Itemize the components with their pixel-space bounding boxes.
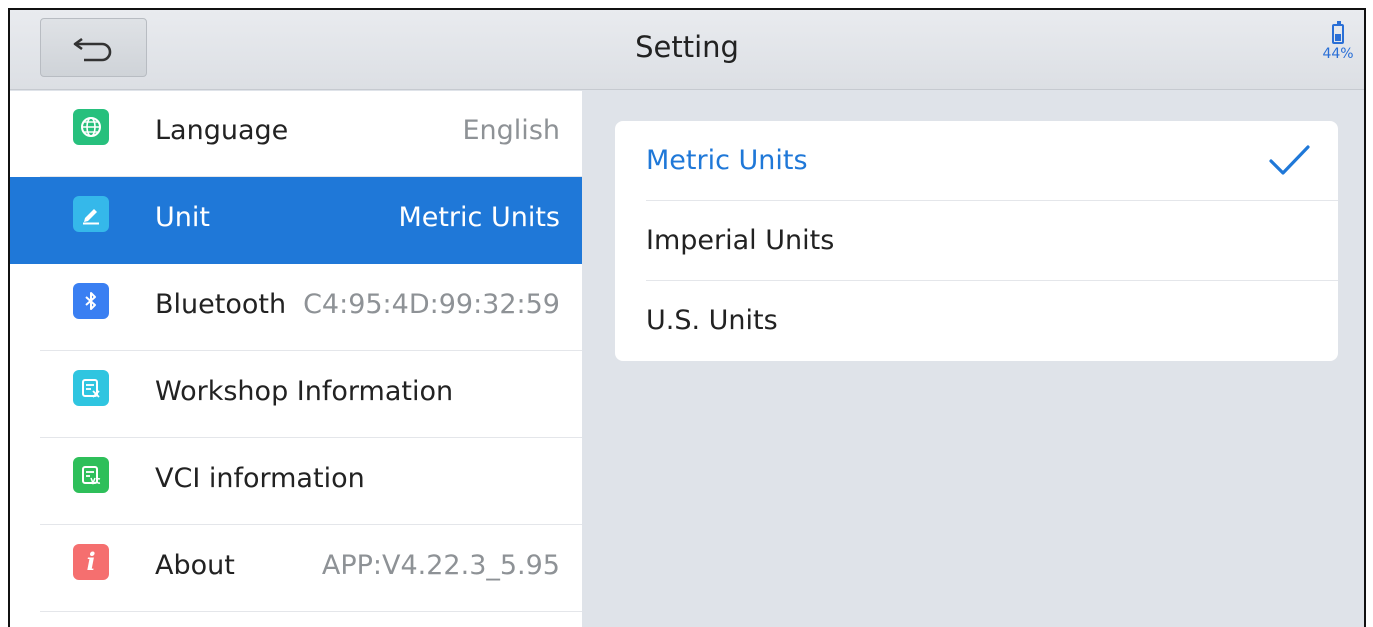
top-bar: Setting 44% — [10, 10, 1364, 90]
sidebar-item-label: VCI information — [155, 463, 365, 494]
option-us-units[interactable]: U.S. Units — [615, 281, 1338, 361]
option-imperial-units[interactable]: Imperial Units — [615, 201, 1338, 281]
sidebar-item-label: Language — [155, 115, 289, 146]
option-metric-units[interactable]: Metric Units — [615, 121, 1338, 201]
unit-options-panel: Metric Units Imperial Units U.S. Units — [615, 121, 1338, 361]
workshop-doc-icon — [73, 370, 109, 406]
app-window: Setting 44% Language English Unit Metric… — [8, 8, 1366, 627]
option-label: Metric Units — [646, 145, 808, 176]
vci-doc-icon — [73, 457, 109, 493]
checkmark-icon — [1269, 145, 1310, 175]
sidebar-item-label: Workshop Information — [155, 376, 454, 407]
sidebar-item-bluetooth[interactable]: Bluetooth C4:95:4D:99:32:59 — [10, 264, 582, 351]
sidebar-item-value: English — [462, 115, 561, 146]
sidebar-item-value: Metric Units — [398, 202, 560, 233]
option-label: U.S. Units — [646, 305, 778, 336]
sidebar-item-label: About — [155, 550, 235, 581]
sidebar-item-vci-information[interactable]: VCI information — [10, 438, 582, 525]
sidebar-item-value: C4:95:4D:99:32:59 — [303, 289, 560, 320]
sidebar-item-value: APP:V4.22.3_5.95 — [321, 550, 560, 581]
sidebar-item-about[interactable]: i About APP:V4.22.3_5.95 — [10, 525, 582, 612]
option-label: Imperial Units — [646, 225, 835, 256]
battery-fill — [1335, 33, 1341, 41]
sidebar-item-label: Unit — [155, 202, 210, 233]
sidebar-item-label: Bluetooth — [155, 289, 287, 320]
bluetooth-icon — [73, 283, 109, 319]
battery-icon — [1332, 21, 1344, 44]
sidebar-item-workshop-information[interactable]: Workshop Information — [10, 351, 582, 438]
page-title: Setting — [635, 30, 739, 64]
settings-sidebar: Language English Unit Metric Units Bluet… — [10, 91, 582, 627]
info-icon: i — [73, 544, 109, 580]
divider — [40, 611, 582, 612]
sidebar-item-language[interactable]: Language English — [10, 90, 582, 177]
ruler-pencil-icon — [73, 196, 109, 232]
battery-indicator: 44% — [1318, 21, 1358, 62]
sidebar-item-unit[interactable]: Unit Metric Units — [10, 177, 582, 264]
globe-icon — [73, 109, 109, 145]
battery-percent: 44% — [1322, 46, 1354, 62]
